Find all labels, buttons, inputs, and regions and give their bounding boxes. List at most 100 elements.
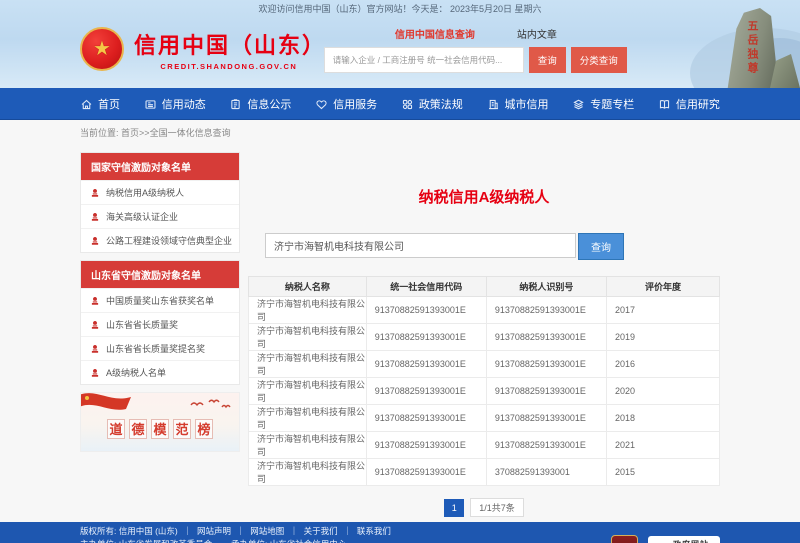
cell-name: 济宁市海智机电科技有限公司: [249, 459, 367, 486]
welcome-bar: 欢迎访问信用中国（山东）官方网站！今天是： 2023年5月20日 星期六: [0, 0, 800, 18]
gov-badge-title: 政府网站: [673, 539, 709, 543]
main-nav: 首页 信用动态 信息公示 信用服务 政策法规 城市信用: [0, 88, 800, 120]
stone-inscription: 五岳独尊: [744, 20, 760, 76]
nav-item-credit-research[interactable]: 信用研究: [658, 96, 720, 112]
sidebar-item-a-level-taxpayer[interactable]: 纳税信用A级纳税人: [81, 180, 239, 204]
red-flag-icon: [80, 392, 149, 417]
footer-link-statement[interactable]: 网站声明: [197, 526, 231, 536]
cell-year: 2016: [606, 351, 719, 378]
separator: ｜: [183, 526, 192, 536]
sidebar-item-governor-award-nominee[interactable]: 山东省省长质量奖提名奖: [81, 336, 239, 360]
col-header-eval-year: 评价年度: [606, 277, 719, 297]
cell-year: 2015: [606, 459, 719, 486]
sidebar-section-provincial: 山东省守信激励对象名单 中国质量奖山东省获奖名单 山东省省长质量奖 山东省省长质…: [80, 260, 240, 385]
layers-icon: [572, 98, 585, 111]
cell-taxpayer-id: 91370882591393001E: [486, 432, 606, 459]
cell-year: 2019: [606, 324, 719, 351]
sidebar-item-label: A级纳税人名单: [106, 366, 166, 379]
footer-badges: ✦ 政府网站 找错: [611, 535, 720, 543]
building-icon: [487, 98, 500, 111]
gov-shield-badge[interactable]: ✦: [611, 535, 638, 543]
cell-year: 2017: [606, 297, 719, 324]
cell-year: 2018: [606, 405, 719, 432]
cell-taxpayer-id: 91370882591393001E: [486, 297, 606, 324]
query-button[interactable]: 查询: [578, 233, 624, 260]
nav-label: 政策法规: [419, 96, 463, 112]
banner-char: 范: [173, 419, 191, 439]
pagination: 1 1/1共7条: [248, 498, 720, 517]
nav-label: 城市信用: [505, 96, 549, 112]
breadcrumb-bar: 当前位置: 首页>>全国一体化信息查询: [0, 120, 800, 146]
grid-icon: [401, 98, 414, 111]
page-summary: 1/1共7条: [470, 498, 524, 517]
national-emblem-logo: ★: [80, 27, 124, 71]
banner-title: 道 德 模 范 榜: [81, 419, 239, 439]
breadcrumb-home-link[interactable]: 首页: [121, 128, 139, 138]
seal-icon: [90, 344, 100, 354]
seal-icon: [90, 296, 100, 306]
header-search-input[interactable]: [324, 47, 524, 73]
nav-item-home[interactable]: 首页: [80, 96, 120, 112]
nav-item-credit-news[interactable]: 信用动态: [144, 96, 206, 112]
gov-website-error-badge[interactable]: 政府网站 找错: [648, 536, 720, 543]
site-title: 信用中国（山东）: [134, 28, 324, 60]
cell-credit-code: 91370882591393001E: [366, 432, 486, 459]
organizer-text: 主办单位: 山东省发展和改革委员会: [80, 539, 212, 543]
footer-link-contact[interactable]: 联系我们: [357, 526, 391, 536]
seal-icon: [90, 236, 100, 246]
footer: 版权所有: 信用中国 (山东) ｜ 网站声明 ｜ 网站地图 ｜ 关于我们 ｜ 联…: [0, 522, 800, 543]
header-search: 信用中国信息查询 站内文章 查询 分类查询: [324, 26, 628, 73]
tab-site-articles[interactable]: 站内文章: [517, 26, 557, 41]
banner-char: 道: [107, 419, 125, 439]
cell-name: 济宁市海智机电科技有限公司: [249, 351, 367, 378]
result-search: 查询: [265, 233, 720, 260]
banner-char: 榜: [195, 419, 213, 439]
nav-label: 信用研究: [676, 96, 720, 112]
col-header-taxpayer-name: 纳税人名称: [249, 277, 367, 297]
cell-name: 济宁市海智机电科技有限公司: [249, 297, 367, 324]
breadcrumb-separator: >>: [139, 128, 150, 138]
header-query-button[interactable]: 查询: [529, 47, 566, 73]
sidebar-item-governor-quality-award[interactable]: 山东省省长质量奖: [81, 312, 239, 336]
cell-name: 济宁市海智机电科技有限公司: [249, 324, 367, 351]
cell-name: 济宁市海智机电科技有限公司: [249, 432, 367, 459]
seal-icon: [90, 368, 100, 378]
separator: ｜: [343, 526, 352, 536]
sidebar-item-china-quality-award[interactable]: 中国质量奖山东省获奖名单: [81, 288, 239, 312]
nav-item-policies[interactable]: 政策法规: [401, 96, 463, 112]
cell-taxpayer-id: 370882591393001: [486, 459, 606, 486]
table-row: 济宁市海智机电科技有限公司 91370882591393001E 9137088…: [249, 378, 720, 405]
nav-item-credit-services[interactable]: 信用服务: [315, 96, 377, 112]
sidebar-item-label: 海关高级认证企业: [106, 210, 178, 223]
sidebar-item-highway-engineering[interactable]: 公路工程建设领域守信典型企业: [81, 228, 239, 252]
sidebar-item-label: 中国质量奖山东省获奖名单: [106, 294, 214, 307]
company-search-input[interactable]: [265, 233, 576, 258]
footer-link-about[interactable]: 关于我们: [304, 526, 338, 536]
site-domain: CREDIT.SHANDONG.GOV.CN: [134, 62, 324, 71]
page-1-button[interactable]: 1: [444, 499, 464, 517]
header: 欢迎访问信用中国（山东）官方网站！今天是： 2023年5月20日 星期六 ★ 信…: [0, 0, 800, 88]
news-icon: [144, 98, 157, 111]
table-row: 济宁市海智机电科技有限公司 91370882591393001E 3708825…: [249, 459, 720, 486]
tab-credit-info-query[interactable]: 信用中国信息查询: [395, 26, 475, 41]
table-row: 济宁市海智机电科技有限公司 91370882591393001E 9137088…: [249, 351, 720, 378]
nav-item-special-topics[interactable]: 专题专栏: [572, 96, 634, 112]
footer-text: 版权所有: 信用中国 (山东) ｜ 网站声明 ｜ 网站地图 ｜ 关于我们 ｜ 联…: [80, 525, 418, 543]
sidebar-item-customs-certified[interactable]: 海关高级认证企业: [81, 204, 239, 228]
table-row: 济宁市海智机电科技有限公司 91370882591393001E 9137088…: [249, 432, 720, 459]
nav-item-info-disclosure[interactable]: 信息公示: [229, 96, 291, 112]
nav-label: 信用服务: [333, 96, 377, 112]
sidebar-item-label: 山东省省长质量奖提名奖: [106, 342, 205, 355]
separator: ｜: [236, 526, 245, 536]
category-query-button[interactable]: 分类查询: [571, 47, 627, 73]
sidebar-item-a-level-taxpayer-list[interactable]: A级纳税人名单: [81, 360, 239, 384]
nav-item-city-credit[interactable]: 城市信用: [487, 96, 549, 112]
moral-model-banner[interactable]: 道 德 模 范 榜: [80, 392, 240, 452]
breadcrumb-current: 全国一体化信息查询: [150, 128, 231, 138]
cell-taxpayer-id: 91370882591393001E: [486, 378, 606, 405]
heart-icon: [315, 98, 328, 111]
seal-icon: [90, 188, 100, 198]
cell-taxpayer-id: 91370882591393001E: [486, 351, 606, 378]
footer-link-sitemap[interactable]: 网站地图: [250, 526, 284, 536]
footer-line-organizers: 主办单位: 山东省发展和改革委员会 承办单位: 山东省社会信用中心: [80, 538, 418, 543]
